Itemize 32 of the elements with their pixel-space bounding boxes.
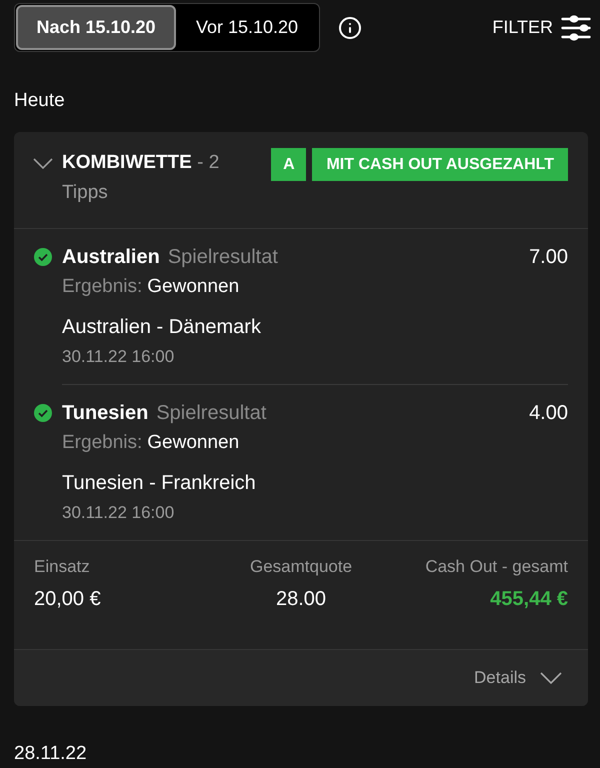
summary-label: Cash Out - gesamt xyxy=(425,556,568,578)
filter-button[interactable]: FILTER xyxy=(492,14,591,41)
summary-label: Gesamtquote xyxy=(250,556,352,578)
result-label: Ergebnis: xyxy=(62,274,142,299)
sliders-icon xyxy=(561,14,591,40)
odds-value: 7.00 xyxy=(529,245,568,270)
date-tab[interactable]: Nach 15.10.20 xyxy=(16,5,176,50)
date-heading: Heute xyxy=(14,89,65,113)
status-badge: A xyxy=(271,148,306,181)
details-button[interactable]: Details xyxy=(14,649,588,706)
result-label: Ergebnis: xyxy=(62,430,142,455)
summary-value: 28.00 xyxy=(276,587,326,612)
odds-value: 4.00 xyxy=(529,401,568,426)
chevron-down-icon xyxy=(540,672,562,684)
match-time: 30.11.22 16:00 xyxy=(62,502,174,524)
summary-label: Einsatz xyxy=(34,556,90,578)
selection-name: Tunesien xyxy=(62,401,148,426)
match-name: Australien - Dänemark xyxy=(62,315,261,340)
summary-value: 20,00 € xyxy=(34,587,101,612)
bet-title: KOMBIWETTE - 2 Tipps xyxy=(62,151,220,205)
market-label: Spielresultat xyxy=(168,245,278,270)
market-label: Spielresultat xyxy=(156,401,266,426)
match-time: 30.11.22 16:00 xyxy=(62,346,174,368)
summary-value: 455,44 € xyxy=(490,587,568,612)
result-value: Gewonnen xyxy=(147,430,240,455)
status-badge: MIT CASH OUT AUSGEZAHLT xyxy=(312,148,568,181)
chevron-down-icon[interactable] xyxy=(33,158,53,169)
info-icon[interactable] xyxy=(338,16,362,40)
date-heading: 28.11.22 xyxy=(14,742,87,766)
result-value: Gewonnen xyxy=(147,274,240,299)
selection-name: Australien xyxy=(62,245,160,270)
match-name: Tunesien - Frankreich xyxy=(62,471,256,496)
